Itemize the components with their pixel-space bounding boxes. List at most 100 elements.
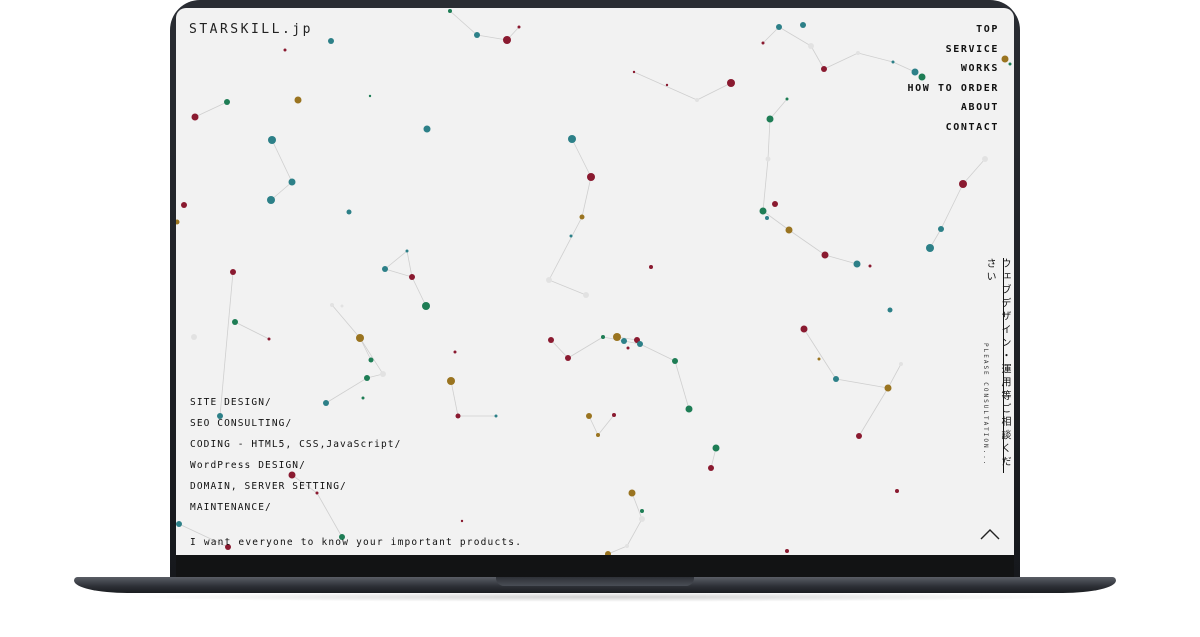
scroll-top-button[interactable] bbox=[979, 526, 1001, 540]
star-dot bbox=[503, 36, 511, 44]
service-item: SEO CONSULTING/ bbox=[190, 418, 293, 429]
consultation-divider bbox=[1003, 258, 1004, 473]
star-dot bbox=[887, 307, 893, 313]
chevron-up-icon bbox=[980, 529, 1000, 540]
star-dot bbox=[181, 202, 187, 208]
constellation-link bbox=[449, 10, 478, 36]
constellation-link bbox=[633, 71, 698, 101]
star-dot bbox=[637, 341, 643, 347]
star-dot bbox=[685, 405, 693, 413]
star-dot bbox=[460, 519, 464, 523]
star-dot bbox=[938, 226, 944, 232]
star-dot bbox=[294, 96, 302, 104]
constellation-link bbox=[696, 82, 732, 101]
constellation-link bbox=[550, 339, 569, 359]
star-dot bbox=[176, 521, 182, 527]
constellation-link bbox=[194, 101, 228, 118]
star-dot bbox=[568, 135, 576, 143]
star-dot bbox=[596, 433, 600, 437]
star-dot bbox=[649, 265, 653, 269]
nav-item-service[interactable]: SERVICE bbox=[908, 40, 999, 60]
constellation-link bbox=[384, 268, 413, 278]
constellation-link bbox=[548, 216, 583, 281]
star-dot bbox=[587, 173, 595, 181]
constellation-link bbox=[359, 337, 384, 375]
constellation-link bbox=[588, 415, 599, 436]
star-dot bbox=[224, 99, 230, 105]
nav-item-top[interactable]: TOP bbox=[908, 20, 999, 40]
star-dot bbox=[785, 226, 793, 234]
star-dot bbox=[800, 22, 806, 28]
star-dot bbox=[868, 264, 872, 268]
constellation-link bbox=[762, 158, 769, 212]
star-dot bbox=[330, 303, 334, 307]
star-dot bbox=[586, 413, 592, 419]
star-dot bbox=[232, 319, 238, 325]
constellation-link bbox=[384, 250, 408, 270]
star-dot bbox=[884, 384, 892, 392]
star-dot bbox=[817, 357, 821, 361]
star-dot bbox=[546, 277, 552, 283]
nav-item-works[interactable]: WORKS bbox=[908, 59, 999, 79]
star-dot bbox=[283, 48, 287, 52]
star-dot bbox=[761, 41, 765, 45]
star-dot bbox=[368, 94, 372, 98]
site-logo[interactable]: STARSKILL.jp bbox=[189, 22, 313, 37]
star-dot bbox=[640, 509, 644, 513]
star-dot bbox=[368, 357, 374, 363]
constellation-link bbox=[858, 387, 889, 437]
constellation-link bbox=[597, 414, 615, 436]
star-dot bbox=[191, 113, 199, 121]
star-dot bbox=[856, 51, 860, 55]
star-dot bbox=[625, 544, 629, 548]
constellation-link bbox=[571, 138, 592, 178]
star-dot bbox=[569, 234, 573, 238]
constellation-link bbox=[887, 363, 902, 389]
constellation-link bbox=[769, 98, 788, 120]
star-dot bbox=[340, 304, 344, 308]
consultation-callout[interactable]: ウェブデザイン・運用等ご相談ください PLEASE CONSULTATION..… bbox=[982, 258, 1010, 473]
star-dot bbox=[230, 269, 236, 275]
constellation-link bbox=[810, 45, 825, 70]
star-dot bbox=[613, 333, 621, 341]
star-dot bbox=[821, 66, 827, 72]
star-dot bbox=[364, 375, 370, 381]
constellation-link bbox=[639, 343, 676, 362]
star-dot bbox=[759, 207, 767, 215]
star-dot bbox=[453, 350, 457, 354]
star-dot bbox=[959, 180, 967, 188]
star-dot bbox=[382, 266, 388, 272]
nav-item-contact[interactable]: CONTACT bbox=[908, 118, 999, 138]
star-dot bbox=[665, 83, 669, 87]
star-dot bbox=[548, 337, 554, 343]
star-dot bbox=[712, 444, 720, 452]
star-dot bbox=[695, 98, 699, 102]
constellation-link bbox=[406, 250, 413, 278]
star-dot bbox=[708, 465, 714, 471]
constellation-link bbox=[607, 545, 628, 555]
constellation-link bbox=[234, 321, 270, 340]
constellation-link bbox=[940, 183, 964, 230]
star-dot bbox=[800, 325, 808, 333]
laptop-shadow bbox=[120, 592, 1080, 602]
constellation-link bbox=[767, 118, 771, 160]
nav-item-about[interactable]: ABOUT bbox=[908, 98, 999, 118]
star-dot bbox=[346, 209, 352, 215]
consultation-text-en: PLEASE CONSULTATION... bbox=[982, 343, 989, 467]
star-dot bbox=[447, 377, 455, 385]
star-dot bbox=[405, 249, 409, 253]
nav-item-how-to-order[interactable]: HOW TO ORDER bbox=[908, 79, 999, 99]
star-dot bbox=[639, 516, 645, 522]
star-dot bbox=[856, 433, 862, 439]
star-dot bbox=[821, 251, 829, 259]
star-dot bbox=[267, 337, 271, 341]
star-dot bbox=[422, 302, 430, 310]
star-dot bbox=[853, 260, 861, 268]
service-item: MAINTENANCE/ bbox=[190, 502, 272, 513]
star-dot bbox=[474, 32, 480, 38]
star-dot bbox=[776, 24, 782, 30]
star-dot bbox=[191, 334, 197, 340]
star-dot bbox=[672, 358, 678, 364]
constellation-link bbox=[835, 378, 889, 389]
star-dot bbox=[1001, 55, 1009, 63]
